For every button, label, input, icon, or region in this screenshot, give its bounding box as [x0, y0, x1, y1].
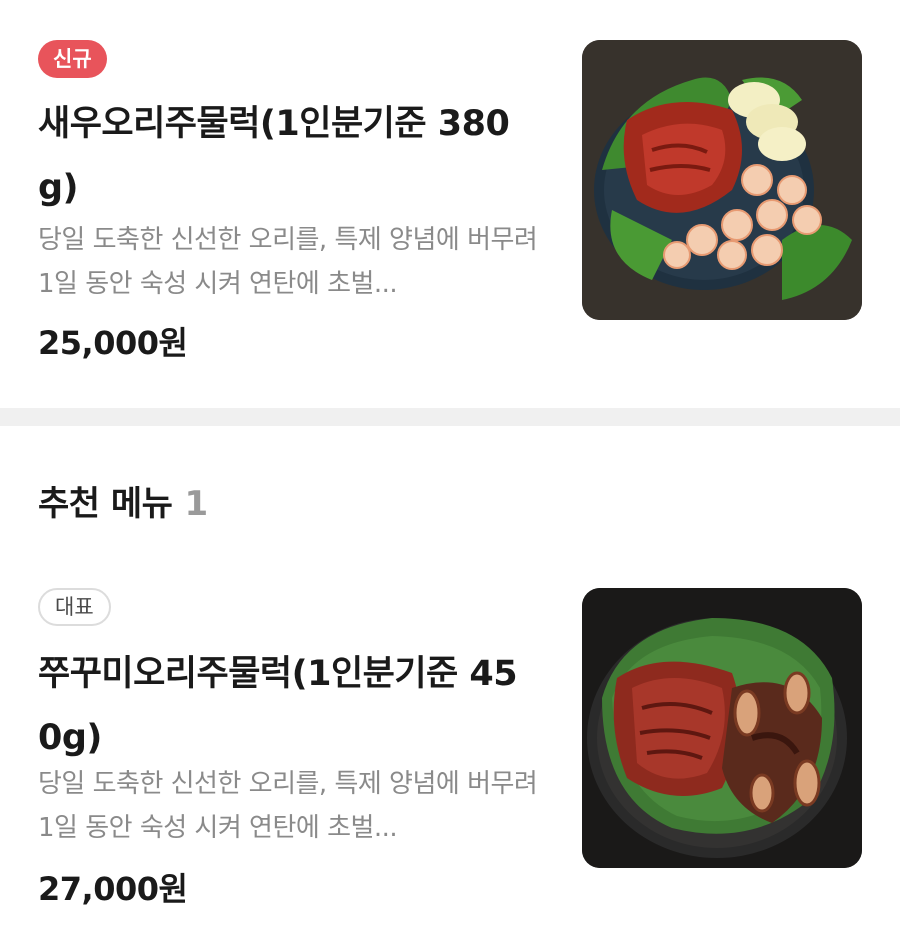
section-divider: [0, 408, 900, 426]
menu-item-photo[interactable]: [582, 588, 862, 868]
menu-item-photo[interactable]: [582, 40, 862, 320]
menu-list-page: 신규 새우오리주물럭(1인분기준 380g) 당일 도축한 신선한 오리를, 특…: [0, 0, 900, 936]
section-title-label: 추천 메뉴: [38, 484, 173, 524]
shrimp-duck-dish-image: [582, 40, 862, 320]
section-title: 추천 메뉴 1: [38, 476, 208, 525]
menu-item-name: 쭈꾸미오리주물럭(1인분기준 450g): [38, 654, 518, 758]
menu-item-description: 당일 도축한 신선한 오리를, 특제 양념에 버무려 1일 동안 숙성 시켜 연…: [38, 769, 538, 843]
new-badge: 신규: [38, 40, 107, 78]
menu-item-name: 새우오리주물럭(1인분기준 380g): [38, 104, 510, 208]
menu-item-card[interactable]: 신규 새우오리주물럭(1인분기준 380g) 당일 도축한 신선한 오리를, 특…: [0, 0, 900, 408]
menu-item-card[interactable]: 대표 쭈꾸미오리주물럭(1인분기준 450g) 당일 도축한 신선한 오리를, …: [0, 560, 900, 936]
menu-item-price: 25,000원: [38, 324, 188, 362]
menu-item-description: 당일 도축한 신선한 오리를, 특제 양념에 버무려 1일 동안 숙성 시켜 연…: [38, 225, 538, 299]
webfoot-octopus-duck-dish-image: [582, 588, 862, 868]
menu-item-price: 27,000원: [38, 870, 188, 908]
representative-badge: 대표: [38, 588, 111, 626]
section-item-count: 1: [184, 484, 208, 524]
